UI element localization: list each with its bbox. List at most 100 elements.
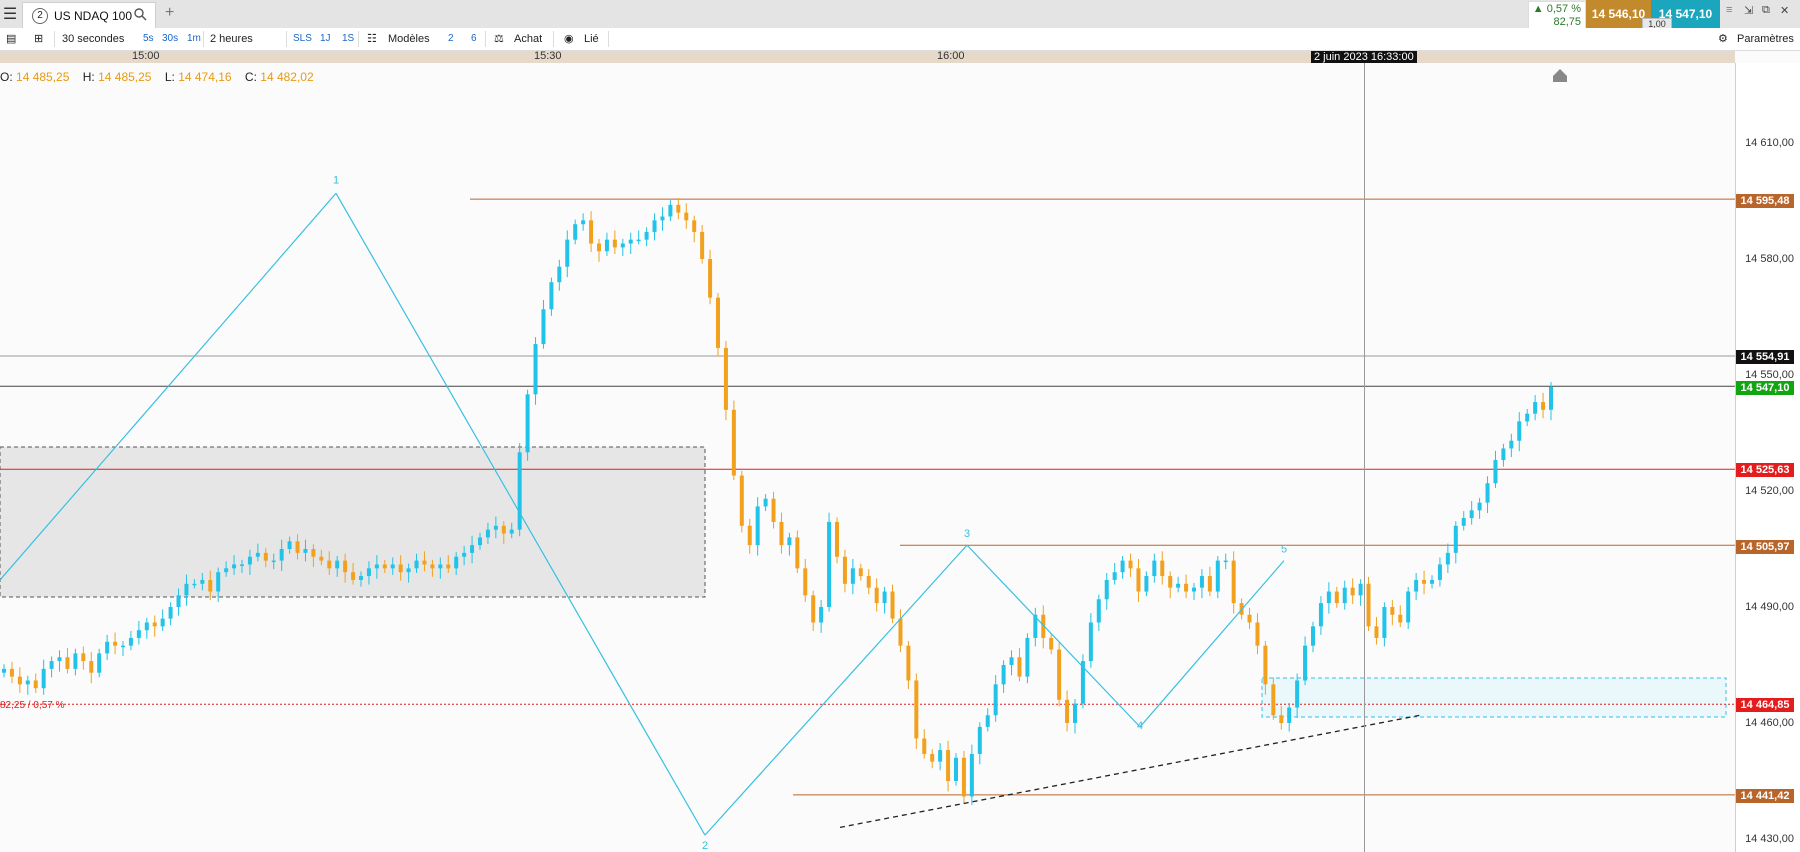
- candle-body: [41, 668, 46, 689]
- range-1j-button[interactable]: 1J: [320, 31, 331, 47]
- candle-body: [414, 560, 419, 569]
- menu-icon[interactable]: ☰: [0, 0, 20, 28]
- popout-icon[interactable]: ⧉: [1762, 4, 1770, 17]
- level-tag[interactable]: 14 441,42: [1736, 789, 1794, 803]
- candle-body: [1334, 591, 1339, 604]
- candle-body: [795, 537, 800, 569]
- candle-body: [192, 583, 197, 586]
- list-icon[interactable]: ▤: [6, 31, 16, 47]
- candle-body: [343, 560, 348, 573]
- candle-body: [541, 309, 546, 345]
- settings-icon[interactable]: ⚙: [1718, 31, 1728, 47]
- interval-30s-button[interactable]: 30s: [162, 31, 178, 47]
- candle-body: [295, 541, 300, 553]
- candle-body: [954, 757, 958, 781]
- candle-body: [509, 529, 514, 534]
- settings-button[interactable]: Paramètres: [1737, 31, 1794, 47]
- candle-body: [422, 560, 427, 565]
- candle-body: [1263, 645, 1268, 685]
- candle-body: [604, 239, 609, 252]
- candle-body: [1445, 552, 1450, 565]
- crosshair-price-tag: 14 554,91: [1736, 350, 1794, 364]
- stack-icon[interactable]: ≡: [1726, 4, 1732, 16]
- daily-change: ▲ 0,57 % 82,75: [1528, 1, 1586, 29]
- candle-body: [1223, 560, 1228, 563]
- candle-body: [121, 645, 125, 648]
- candle-body: [1192, 587, 1196, 592]
- tab-bar: ☰ 2 US NDAQ 100 + ▲ 0,57 % 82,75 14 546,…: [0, 0, 1800, 30]
- candle-body: [1453, 525, 1458, 553]
- change-percent: ▲ 0,57 %: [1532, 3, 1581, 15]
- level-tag[interactable]: 14 505,97: [1736, 540, 1794, 554]
- candle-body: [1073, 703, 1077, 723]
- price-chart[interactable]: 1 2 3 4 5: [0, 63, 1800, 852]
- instrument-tab[interactable]: 2 US NDAQ 100: [22, 2, 156, 28]
- candle-body: [501, 525, 506, 534]
- candle-body: [700, 231, 705, 259]
- models-button[interactable]: Modèles: [388, 31, 430, 47]
- candle-body: [271, 560, 276, 563]
- models-icon[interactable]: ☷: [367, 31, 377, 47]
- candle-body: [160, 618, 165, 627]
- candle-body: [549, 282, 554, 310]
- range-sls-button[interactable]: SLS: [293, 31, 312, 47]
- candle-body: [969, 753, 974, 797]
- candle-body: [97, 653, 102, 673]
- candle-body: [938, 750, 943, 762]
- price-tick: 14 430,00: [1745, 833, 1794, 845]
- candle-body: [961, 757, 966, 797]
- candle-body: [454, 556, 459, 569]
- candle-body: [359, 576, 363, 580]
- level-tag[interactable]: 14 595,48: [1736, 194, 1794, 208]
- range-1s-button[interactable]: 1S: [342, 31, 354, 47]
- candle-body: [1271, 684, 1276, 716]
- chart-toolbar: ▤ ⊞ 30 secondes 5s 30s 1m 2 heures SLS 1…: [0, 28, 1800, 51]
- candle-body: [1176, 583, 1181, 588]
- count-6[interactable]: 6: [471, 31, 477, 47]
- candle-body: [898, 618, 903, 646]
- ohlc-readout: O: 14 485,25 H: 14 485,25 L: 14 474,16 C…: [0, 70, 324, 84]
- candle-body: [811, 595, 816, 623]
- close-icon[interactable]: ✕: [1780, 4, 1789, 17]
- add-tab-icon[interactable]: +: [165, 4, 174, 22]
- layout-icon[interactable]: ⊞: [34, 31, 43, 47]
- interval-5s-button[interactable]: 5s: [143, 31, 154, 47]
- candle-body: [287, 541, 292, 549]
- candle-body: [200, 579, 205, 584]
- ohlc-close: 14 482,02: [260, 70, 314, 84]
- interval-select[interactable]: 30 secondes: [62, 31, 124, 47]
- candle-body: [446, 564, 451, 569]
- last-price-tag: 14 547,10: [1736, 381, 1794, 395]
- candle-body: [168, 607, 173, 619]
- range-select[interactable]: 2 heures: [210, 31, 253, 47]
- wave-label: 3: [964, 528, 970, 540]
- count-2[interactable]: 2: [448, 31, 454, 47]
- linked-button[interactable]: Lié: [584, 31, 599, 47]
- buy-icon[interactable]: ⚖: [494, 31, 504, 47]
- interval-1m-button[interactable]: 1m: [187, 31, 201, 47]
- eye-icon[interactable]: ◉: [564, 31, 574, 47]
- candle-body: [232, 564, 237, 569]
- wave-label: 1: [333, 174, 339, 186]
- level-tag[interactable]: 14 525,63: [1736, 463, 1794, 477]
- tab-number: 2: [32, 7, 48, 24]
- candle-body: [485, 529, 490, 538]
- candle-body: [1088, 622, 1093, 662]
- search-icon[interactable]: [134, 8, 147, 24]
- change-reference-label: 82,25 / 0,57 %: [0, 700, 65, 711]
- candle-body: [1382, 607, 1387, 638]
- buy-button[interactable]: Achat: [514, 31, 542, 47]
- candle-body: [620, 243, 625, 248]
- candle-body: [398, 564, 403, 573]
- blue-zone-box[interactable]: [1261, 677, 1727, 718]
- candle-body: [1326, 591, 1331, 604]
- minimize-icon[interactable]: ⇲: [1744, 4, 1753, 17]
- candle-body: [763, 498, 768, 507]
- level-tag[interactable]: 14 464,85: [1736, 698, 1794, 712]
- time-label: 16:00: [937, 50, 965, 62]
- candle-body: [9, 668, 14, 677]
- candle-body: [73, 653, 78, 669]
- candle-body: [25, 680, 30, 685]
- candle-body: [1065, 699, 1070, 723]
- candle-body: [708, 259, 713, 298]
